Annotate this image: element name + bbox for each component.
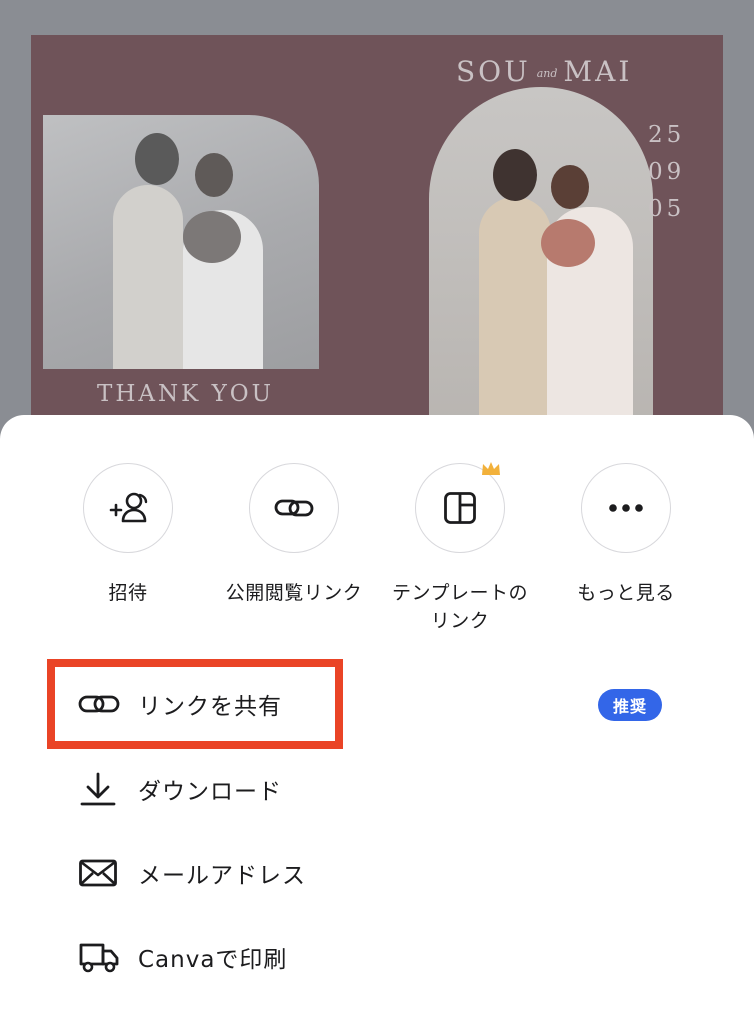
share-target-more[interactable]: もっと見る [556,463,696,607]
truck-icon [79,943,119,973]
wedding-date: 25 09 05 [648,122,686,222]
link-icon [274,499,314,517]
couple-photo-right [429,87,653,455]
couple-names: SOU and MAI [456,55,633,88]
print-label: Canvaで印刷 [138,947,288,973]
invite-person-icon [109,492,148,523]
public-link-button[interactable] [249,463,339,553]
share-target-invite[interactable]: 招待 [58,463,198,607]
public-link-label: 公開閲覧リンク [225,582,363,604]
template-icon [444,492,476,524]
more-label: もっと見る [577,582,675,604]
share-target-template-link[interactable]: テンプレートの リンク [390,462,530,635]
invite-label: 招待 [108,582,148,604]
print-action[interactable]: Canvaで印刷 [78,937,287,977]
email-label: メールアドレス [138,863,306,889]
share-link-action[interactable]: リンクを共有 [78,684,282,724]
link-icon [78,695,120,713]
premium-crown-icon [482,462,500,475]
invite-button[interactable] [83,463,173,553]
email-action[interactable]: メールアドレス [78,853,306,893]
share-bottom-sheet: 招待 公開閲覧リンク テンプレートの リンク もっと見る リンクを共有 推奨 ダ… [0,415,754,1024]
thank-you-text: THANK YOU [97,381,275,407]
recommended-badge: 推奨 [598,689,662,721]
mail-icon [79,859,117,887]
more-button[interactable] [581,463,671,553]
couple-photo-left [43,115,319,369]
share-target-public-link[interactable]: 公開閲覧リンク [224,463,364,607]
share-link-label: リンクを共有 [138,694,282,720]
download-label: ダウンロード [138,779,282,805]
template-link-button[interactable] [415,462,505,553]
design-preview: SOU and MAI 25 09 05 THANK YOU [31,35,723,455]
more-icon [609,504,643,512]
download-action[interactable]: ダウンロード [78,769,282,809]
download-icon [80,772,116,806]
template-link-label: テンプレートの リンク [392,582,528,632]
